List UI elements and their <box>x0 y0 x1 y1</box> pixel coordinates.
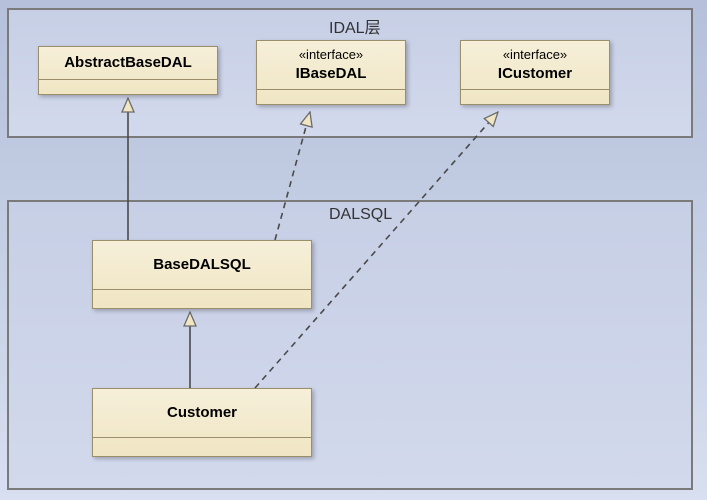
class-ibase-dal: «interface» IBaseDAL <box>256 40 406 105</box>
class-customer: Customer <box>92 388 312 457</box>
class-ibase-dal-name: IBaseDAL <box>261 64 401 84</box>
class-customer-name: Customer <box>97 403 307 423</box>
class-base-dalsql-name: BaseDALSQL <box>97 255 307 275</box>
class-icustomer: «interface» ICustomer <box>460 40 610 105</box>
class-icustomer-name: ICustomer <box>465 64 605 84</box>
class-base-dalsql: BaseDALSQL <box>92 240 312 309</box>
class-abstract-base-dal: AbstractBaseDAL <box>38 46 218 95</box>
package-dalsql-label: DALSQL <box>329 206 392 224</box>
class-icustomer-stereotype: «interface» <box>465 47 605 64</box>
class-abstract-base-dal-name: AbstractBaseDAL <box>43 53 213 73</box>
class-ibase-dal-stereotype: «interface» <box>261 47 401 64</box>
package-idal-label: IDAL层 <box>329 14 381 38</box>
